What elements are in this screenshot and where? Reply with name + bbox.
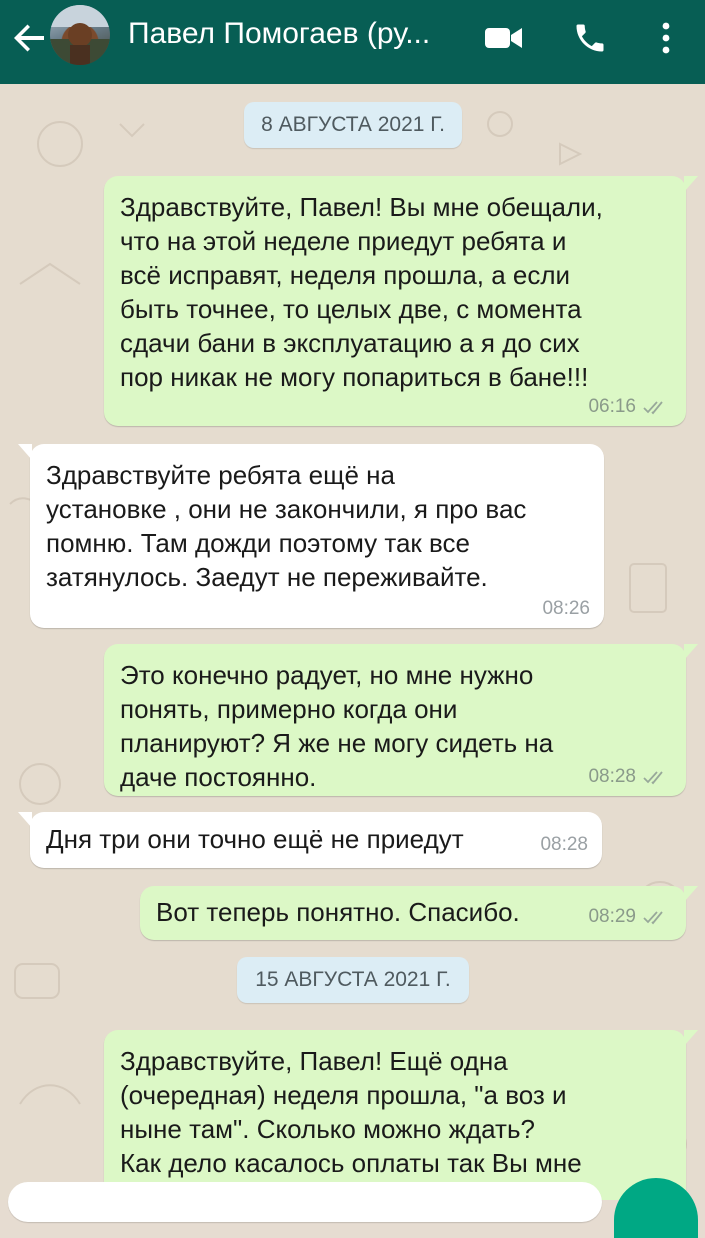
video-call-button[interactable]	[480, 16, 528, 60]
message-text: Здравствуйте, Павел! Вы мне обещали, что…	[120, 192, 603, 392]
message-meta: 08:28	[588, 766, 670, 788]
message-bubble-outgoing[interactable]: Здравствуйте, Павел! Ещё одна (очередная…	[104, 1030, 698, 1200]
message-time: 08:28	[540, 834, 588, 855]
message-bubble-outgoing[interactable]: Это конечно радует, но мне нужно понять,…	[104, 644, 698, 796]
message-time: 08:29	[588, 906, 636, 927]
message-time: 06:16	[588, 396, 636, 417]
bubble-tail	[684, 1030, 698, 1046]
phone-icon	[576, 24, 604, 52]
bubble-tail	[684, 176, 698, 192]
message-meta: 08:26	[542, 598, 590, 620]
message-time: 08:28	[588, 766, 636, 787]
double-check-icon	[643, 911, 663, 925]
message-bubble-incoming[interactable]: Здравствуйте ребята ещё на установке , о…	[18, 444, 604, 628]
date-separator: 15 АВГУСТА 2021 Г.	[237, 957, 469, 1003]
message-meta: 08:29	[588, 906, 670, 928]
bubble-tail	[18, 812, 32, 828]
bubble-tail	[684, 886, 698, 902]
message-text: Дня три они точно ещё не приедут	[46, 824, 464, 854]
message-bubble-outgoing[interactable]: Вот теперь понятно. Спасибо. 08:29	[140, 886, 698, 940]
mic-button[interactable]	[614, 1178, 698, 1238]
message-text: Здравствуйте, Павел! Ещё одна (очередная…	[120, 1046, 582, 1178]
bubble-tail	[684, 644, 698, 660]
message-time: 08:26	[542, 598, 590, 619]
message-meta: 06:16	[588, 396, 670, 418]
message-bubble-incoming[interactable]: Дня три они точно ещё не приедут 08:28	[18, 812, 602, 868]
message-bubble-outgoing[interactable]: Здравствуйте, Павел! Вы мне обещали, что…	[104, 176, 698, 426]
message-input[interactable]	[8, 1182, 602, 1222]
voice-call-button[interactable]	[566, 16, 614, 60]
app-bar: Павел Помогаев (ру...	[0, 0, 705, 84]
bubble-tail	[18, 444, 32, 460]
chat-area[interactable]: 8 АВГУСТА 2021 Г. Здравствуйте, Павел! В…	[0, 84, 705, 1200]
double-check-icon	[643, 771, 663, 785]
message-text: Здравствуйте ребята ещё на установке , о…	[46, 460, 527, 592]
avatar-photo	[50, 5, 110, 65]
double-check-icon	[643, 401, 663, 415]
back-arrow-icon	[14, 24, 44, 52]
date-separator: 8 АВГУСТА 2021 Г.	[244, 102, 462, 148]
video-call-icon	[485, 28, 522, 48]
more-options-button[interactable]	[642, 16, 690, 60]
message-composer	[0, 1178, 705, 1238]
message-meta: 08:28	[540, 834, 588, 856]
more-vert-icon	[662, 22, 670, 54]
contact-name[interactable]: Павел Помогаев (ру...	[128, 14, 473, 54]
back-button[interactable]	[6, 14, 54, 62]
avatar[interactable]	[50, 5, 110, 65]
